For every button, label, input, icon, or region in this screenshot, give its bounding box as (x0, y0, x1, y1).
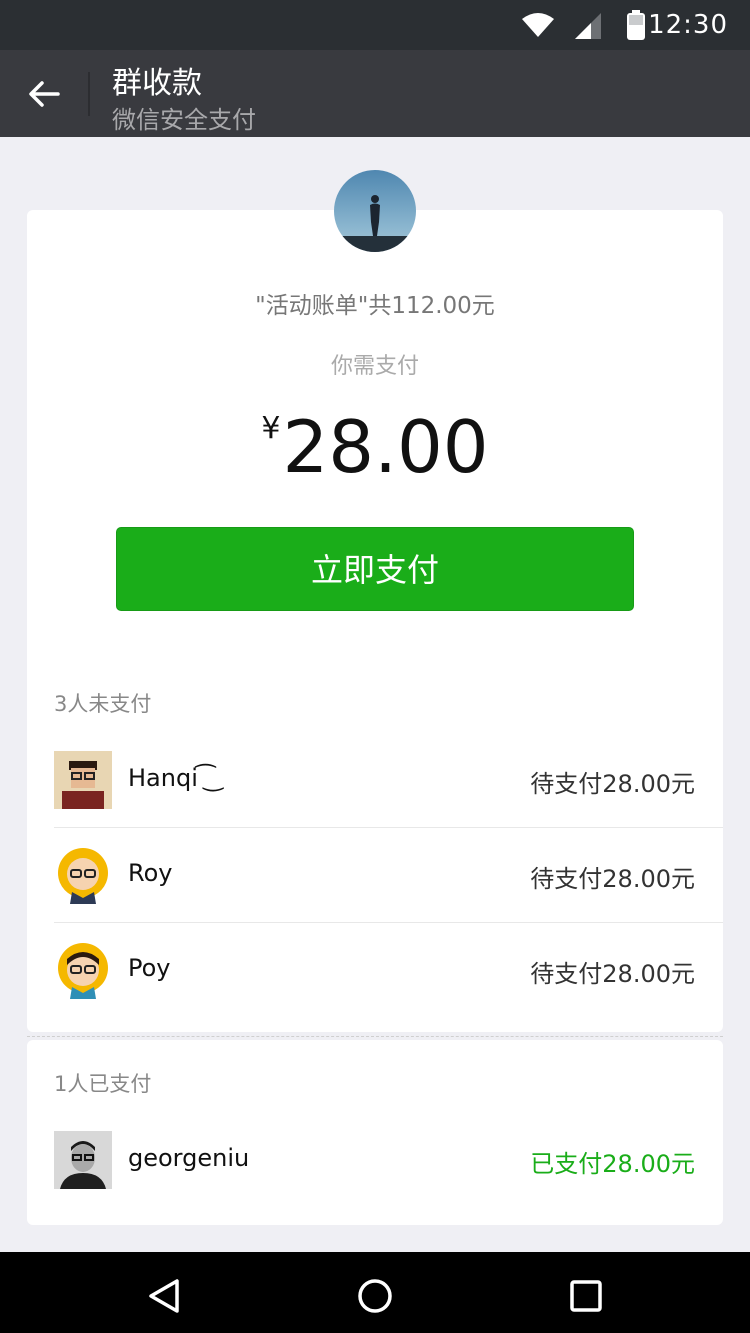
need-to-pay-label: 你需支付 (330, 354, 419, 379)
unpaid-section-label: 3人未支付 (54, 692, 152, 716)
member-name: Roy (128, 859, 173, 887)
amount-due: ¥28.00 (0, 405, 750, 489)
avatar (54, 846, 112, 904)
member-name: georgeniu (128, 1144, 250, 1172)
bill-description: "活动账单"共112.00元 (255, 293, 495, 319)
battery-icon (627, 10, 645, 40)
appbar-divider (88, 72, 90, 116)
amount-value: 28.00 (282, 405, 489, 489)
avatar (54, 1131, 112, 1189)
list-item[interactable]: georgeniu 已支付28.00元 (54, 1113, 723, 1208)
member-status: 已支付28.00元 (530, 1150, 695, 1178)
list-item[interactable]: Poy 待支付28.00元 (54, 923, 723, 1018)
list-item[interactable]: Roy 待支付28.00元 (54, 828, 723, 923)
list-item[interactable]: Hanqi ͡ ͜ 待支付28.00元 (54, 733, 723, 828)
pay-now-button[interactable]: 立即支付 (116, 527, 634, 611)
wifi-icon (522, 13, 554, 37)
nav-back-icon[interactable] (145, 1276, 185, 1316)
member-status: 待支付28.00元 (530, 770, 695, 798)
status-bar: 12:30 (0, 0, 750, 50)
member-status: 待支付28.00元 (530, 865, 695, 893)
member-status: 待支付28.00元 (530, 960, 695, 988)
app-bar: 群收款 微信安全支付 (0, 50, 750, 137)
paid-section-label: 1人已支付 (54, 1072, 152, 1096)
nav-home-icon[interactable] (355, 1276, 395, 1316)
system-nav-bar (0, 1252, 750, 1333)
status-time: 12:30 (648, 10, 728, 40)
avatar (54, 751, 112, 809)
nav-recents-icon[interactable] (566, 1276, 606, 1316)
payee-avatar (334, 170, 416, 252)
section-divider (27, 1036, 723, 1037)
page-title: 群收款 (112, 66, 202, 101)
page-subtitle: 微信安全支付 (112, 106, 256, 134)
back-arrow-icon[interactable] (22, 72, 66, 116)
avatar (54, 941, 112, 999)
member-name: Poy (128, 954, 171, 982)
member-name: Hanqi ͡ ͜ (128, 764, 214, 792)
signal-icon (575, 13, 601, 39)
currency-symbol: ¥ (261, 411, 281, 446)
